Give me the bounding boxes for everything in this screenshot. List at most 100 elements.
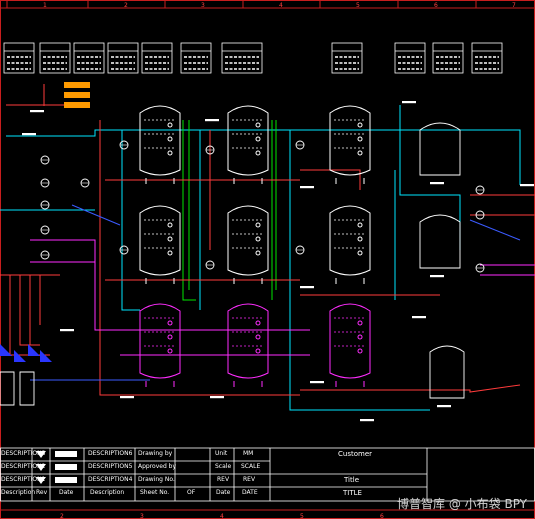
annotation-labels [22,101,534,422]
ruler-number-bottom: 5 [300,513,304,519]
equipment-legend-boxes [3,42,503,74]
title-block-unit-value: MM [243,450,254,457]
vessel-nozzle [255,334,261,340]
vessel-nozzle [357,348,363,354]
annotation-label [437,405,451,408]
vessel-nozzle [167,236,173,242]
vessel-nozzle [167,348,173,354]
title-block-title-value: TITLE [343,489,362,497]
vessel-nozzle [255,348,261,354]
title-block-title-label: Title [344,476,360,484]
title-block-scale-value: SCALE [241,463,261,470]
annotation-label [60,329,74,332]
title-block-date-value: DATE [242,489,258,496]
filter-vessel [227,205,269,276]
title-block-rev-label: REV [217,476,230,483]
vessel-nozzle [167,250,173,256]
vessel-nozzle [167,320,173,326]
title-block-scale-label: Scale [215,463,232,470]
filler-symbols [0,344,52,362]
title-block-description-5: DESCRIPTION5 [88,463,133,470]
vessel-nozzle [255,320,261,326]
ruler-number-top: 3 [201,2,205,9]
vessel-nozzle [255,150,261,156]
annotation-label [412,316,426,319]
vessel-nozzle [255,222,261,228]
title-block-rev-value: REV [243,476,256,483]
vessel-nozzle [357,150,363,156]
vessel-nozzle [167,334,173,340]
ruler-number-top: 1 [43,2,47,9]
annotation-label [22,133,36,136]
vessel-nozzle [357,136,363,142]
annotation-label [210,396,224,399]
storage-tanks [0,122,465,406]
annotation-label [430,182,444,185]
vessel-nozzle [357,236,363,242]
ruler-number-bottom: 4 [220,513,224,519]
vessel-nozzle [255,236,261,242]
filter-vessel [139,105,181,176]
title-block-drawing-no-label: Drawing No. [138,476,175,483]
title-block-unit-label: Unit [215,450,228,457]
vessel-nozzle [357,334,363,340]
title-block-description-2: DESCRIPTION2 [1,463,46,470]
vessel-nozzle [255,122,261,128]
title-block-description-col-header: Description [90,489,125,496]
vessel-nozzle [357,250,363,256]
title-block-description-header: Description [1,489,36,496]
title-block-customer: Customer [338,450,373,458]
title-block-description-4: DESCRIPTION4 [88,476,133,483]
annotation-label [430,275,444,278]
filter-vessel [227,303,269,379]
vessel-nozzle [357,222,363,228]
annotation-label [402,101,416,104]
ruler-number-bottom: 6 [380,513,384,519]
annotation-label [520,184,534,187]
ruler-number-top: 7 [512,2,516,9]
process-flow-diagram-canvas[interactable]: 1 2 3 4 5 6 7 2 3 4 5 6 [0,0,535,519]
annotation-label [205,119,219,122]
title-block-approved-by-label: Approved by [138,463,177,470]
ruler-number-top: 6 [434,2,438,9]
filter-vessels [139,105,371,387]
title-block-description-1: DESCRIPTION1 [1,476,46,483]
vessel-nozzle [255,250,261,256]
ruler-number-top: 4 [279,2,283,9]
filter-vessel [139,205,181,276]
vessel-nozzle [357,320,363,326]
annotation-label [300,186,314,189]
vessel-nozzle [357,122,363,128]
annotation-label [310,381,324,384]
filter-vessel [329,105,371,176]
title-block-description-6: DESCRIPTION6 [88,450,133,457]
ruler-number-top: 5 [356,2,360,9]
vessel-nozzle [255,136,261,142]
title-block-of-label: OF [187,489,196,496]
ruler-number-bottom: 3 [140,513,144,519]
title-block-drawing-by-label: Drawing by [138,450,173,457]
watermark-text: 博普智库 @ 小布袋 BPY [397,497,527,511]
filter-vessel [227,105,269,176]
title-block-date-header: Date [59,489,74,496]
title-block-date-label: Date [216,489,231,496]
vessel-nozzle [167,122,173,128]
chemical-dosing-tanks [6,82,90,108]
vessel-nozzle [167,136,173,142]
ruler-number-top: 2 [124,2,128,9]
title-block-description-3: DESCRIPTION3 [1,450,46,457]
filter-vessel [139,303,181,379]
pumps [40,140,485,273]
filter-vessel [329,205,371,276]
title-block-sheet-no-label: Sheet No. [140,489,170,496]
vessel-nozzle [167,150,173,156]
title-block-rev-header: Rev [36,489,48,496]
ruler-number-bottom: 2 [60,513,64,519]
annotation-label [30,110,44,113]
annotation-label [300,286,314,289]
annotation-label [120,396,134,399]
annotation-label [360,419,374,422]
title-block [0,447,535,502]
filter-vessel [329,303,371,379]
vessel-nozzle [167,222,173,228]
